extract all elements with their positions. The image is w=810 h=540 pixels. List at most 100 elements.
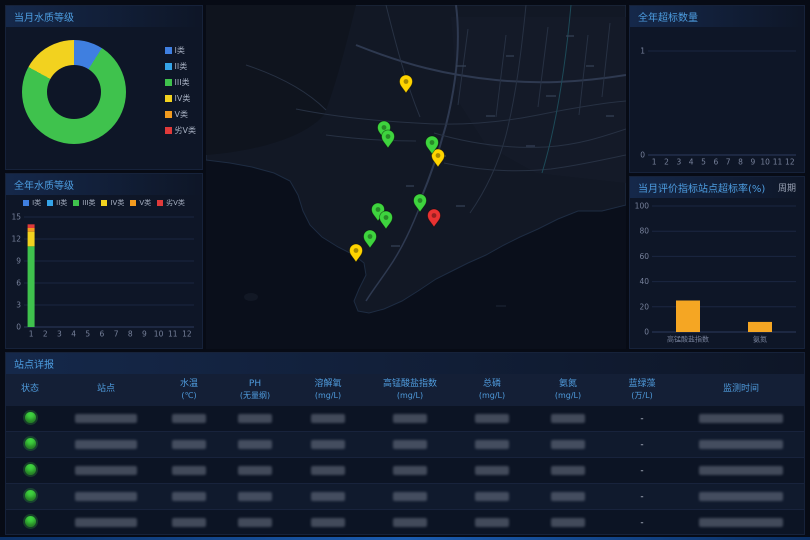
svg-text:2: 2: [43, 330, 48, 339]
table-row-1[interactable]: -: [6, 406, 804, 432]
legend-item-III类[interactable]: III类: [165, 77, 196, 88]
svg-text:0: 0: [640, 151, 645, 160]
masked-value: [475, 518, 509, 527]
panel-annual-exceed: 全年超标数量 01123456789101112: [629, 5, 805, 173]
legend-item-II类[interactable]: II类: [47, 198, 67, 208]
svg-text:10: 10: [154, 330, 164, 339]
legend-swatch: [165, 47, 172, 54]
legend-swatch: [165, 127, 172, 134]
legend-swatch: [47, 200, 53, 206]
metric-value-masked: [454, 518, 530, 528]
metric-value-masked: [366, 492, 454, 502]
legend-item-V类[interactable]: V类: [130, 198, 151, 208]
svg-text:高锰酸盐指数: 高锰酸盐指数: [667, 335, 709, 344]
panel-title: 全年超标数量: [638, 9, 698, 24]
panel-title: 当月水质等级: [14, 9, 74, 24]
masked-value: [311, 440, 345, 449]
table-header: 状态站点水温(℃)PH(无量纲)溶解氧(mg/L)高锰酸盐指数(mg/L)总磷(…: [6, 374, 804, 406]
map[interactable]: [206, 5, 626, 349]
panel-station-report: 站点详报 状态站点水温(℃)PH(无量纲)溶解氧(mg/L)高锰酸盐指数(mg/…: [5, 352, 805, 535]
masked-value: [551, 440, 585, 449]
table-row-5[interactable]: -: [6, 510, 804, 534]
panel-monthly-grade-header: 当月水质等级: [6, 6, 202, 27]
monthly-grade-legend: I类 II类 III类 IV类 V类劣V类: [165, 45, 196, 136]
column-header-7: 总磷(mg/L): [454, 379, 530, 401]
svg-text:11: 11: [773, 158, 783, 167]
legend-item-V类[interactable]: V类: [165, 109, 196, 120]
metric-value-masked: [530, 466, 606, 476]
right-column: 全年超标数量 01123456789101112 当月评价指标站点超标率(%) …: [629, 5, 805, 349]
svg-text:1: 1: [652, 158, 657, 167]
legend-item-I类[interactable]: I类: [165, 45, 196, 56]
annual-grade-chart[interactable]: 03691215123456789101112: [8, 209, 200, 341]
legend-item-II类[interactable]: II类: [165, 61, 196, 72]
svg-text:1: 1: [29, 330, 34, 339]
metric-value-masked: [158, 414, 220, 424]
legend-label: IV类: [110, 198, 124, 208]
masked-value: [393, 518, 427, 527]
annual-exceed-chart[interactable]: 01123456789101112: [632, 27, 802, 169]
monthly-grade-chart-area: I类 II类 III类 IV类 V类劣V类: [6, 27, 202, 169]
top-section: 当月水质等级 I类II类III类IV类V类劣V类 全年水质等级 I类II类III…: [5, 5, 805, 349]
donut-hole: [47, 65, 101, 119]
metric-value-masked: [220, 440, 290, 450]
metric-value-masked: [366, 440, 454, 450]
metric-value-masked: [454, 492, 530, 502]
svg-text:4: 4: [689, 158, 694, 167]
legend-swatch: [165, 95, 172, 102]
period-selector[interactable]: 周期: [778, 181, 796, 194]
table-row-2[interactable]: -: [6, 432, 804, 458]
metric-value-masked: [158, 492, 220, 502]
legend-label: I类: [32, 198, 41, 208]
masked-value: [172, 466, 206, 475]
table-row-4[interactable]: -: [6, 484, 804, 510]
metric-value-masked: [158, 440, 220, 450]
panel-station-report-header: 站点详报: [6, 353, 804, 374]
legend-swatch: [130, 200, 136, 206]
masked-value: [393, 414, 427, 423]
algae-value: -: [606, 518, 678, 528]
svg-text:3: 3: [16, 301, 21, 310]
station-name-masked: [54, 414, 158, 424]
svg-text:8: 8: [738, 158, 743, 167]
panel-monthly-rate-header: 当月评价指标站点超标率(%) 周期: [630, 177, 804, 198]
legend-item-I类[interactable]: I类: [23, 198, 41, 208]
legend-item-劣V类[interactable]: 劣V类: [165, 125, 196, 136]
svg-text:3: 3: [57, 330, 62, 339]
panel-annual-exceed-header: 全年超标数量: [630, 6, 804, 27]
svg-text:15: 15: [11, 213, 21, 222]
metric-value-masked: [290, 492, 366, 502]
svg-text:40: 40: [639, 277, 649, 286]
masked-value: [475, 466, 509, 475]
masked-value: [75, 492, 137, 501]
status-indicator: [25, 464, 36, 475]
masked-value: [75, 440, 137, 449]
masked-value: [551, 518, 585, 527]
masked-value: [311, 492, 345, 501]
legend-item-劣V类[interactable]: 劣V类: [157, 198, 185, 208]
legend-item-IV类[interactable]: IV类: [101, 198, 124, 208]
metric-value-masked: [530, 518, 606, 528]
masked-value: [172, 492, 206, 501]
monthly-rate-chart[interactable]: 020406080100高锰酸盐指数氨氮: [632, 198, 802, 346]
legend-item-III类[interactable]: III类: [73, 198, 95, 208]
svg-text:5: 5: [701, 158, 706, 167]
masked-value: [475, 440, 509, 449]
panel-title: 站点详报: [14, 356, 54, 371]
table-row-3[interactable]: -: [6, 458, 804, 484]
panel-annual-grade-header: 全年水质等级: [6, 174, 202, 195]
panel-title: 全年水质等级: [14, 177, 74, 192]
algae-value: -: [606, 414, 678, 424]
legend-swatch: [23, 200, 29, 206]
monthly-grade-donut-chart[interactable]: [22, 40, 126, 144]
metric-value-masked: [454, 440, 530, 450]
svg-text:5: 5: [85, 330, 90, 339]
masked-value: [699, 492, 783, 501]
svg-text:60: 60: [639, 252, 649, 261]
monitor-time-masked: [678, 440, 804, 450]
masked-value: [172, 414, 206, 423]
legend-item-IV类[interactable]: IV类: [165, 93, 196, 104]
column-header-5: 溶解氧(mg/L): [290, 379, 366, 401]
monitor-time-masked: [678, 466, 804, 476]
column-header-2: 站点: [54, 384, 158, 396]
